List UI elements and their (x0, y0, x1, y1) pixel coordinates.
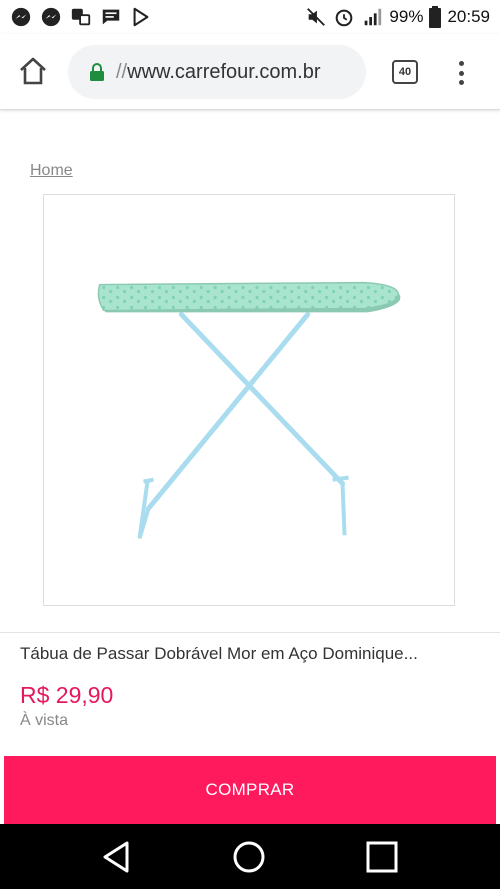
home-icon (20, 57, 46, 85)
system-icons: 99% 20:59 (305, 6, 490, 28)
address-bar[interactable]: //www.carrefour.com.br (68, 45, 366, 99)
product-image[interactable] (43, 194, 455, 606)
clock: 20:59 (447, 7, 490, 26)
play-store-icon (130, 6, 152, 28)
buy-button[interactable]: COMPRAR (4, 756, 496, 824)
home-button[interactable] (18, 56, 48, 86)
mute-icon (305, 6, 327, 28)
tab-count: 40 (398, 66, 412, 78)
alarm-icon (333, 6, 355, 28)
battery-icon (429, 6, 442, 28)
back-triangle-icon (103, 841, 129, 873)
back-button[interactable] (97, 837, 137, 877)
ironing-board-illustration (97, 281, 401, 539)
browser-toolbar: //www.carrefour.com.br 40 (0, 34, 500, 110)
recents-square-icon (366, 841, 398, 873)
product-title[interactable]: Tábua de Passar Dobrável Mor em Aço Domi… (20, 644, 480, 664)
home-nav-button[interactable] (229, 837, 269, 877)
lock-icon (90, 63, 104, 81)
breadcrumb-home-link[interactable]: Home (30, 162, 73, 180)
url-text: //www.carrefour.com.br (116, 61, 321, 84)
system-nav-bar (0, 824, 500, 889)
home-circle-icon (233, 841, 265, 873)
browser-menu-button[interactable] (452, 58, 470, 88)
recents-button[interactable] (362, 837, 402, 877)
url-host: www.carrefour.com.br (127, 60, 321, 83)
signal-icon (361, 6, 383, 28)
menu-dot-icon (458, 70, 464, 76)
url-scheme: // (116, 60, 128, 83)
tab-switcher-button[interactable]: 40 (392, 60, 418, 84)
product-price: R$ 29,90 (20, 682, 114, 708)
notification-icons (10, 6, 152, 28)
menu-dot-icon (458, 61, 464, 66)
messenger-icon (40, 6, 62, 28)
message-icon (100, 6, 122, 28)
battery-percent: 99% (389, 7, 424, 26)
status-bar: 99% 20:59 (0, 0, 500, 34)
payment-note: À vista (20, 712, 69, 729)
messenger-icon (10, 6, 32, 28)
section-divider (0, 632, 500, 633)
menu-dot-icon (458, 80, 464, 85)
translate-icon (70, 6, 92, 28)
